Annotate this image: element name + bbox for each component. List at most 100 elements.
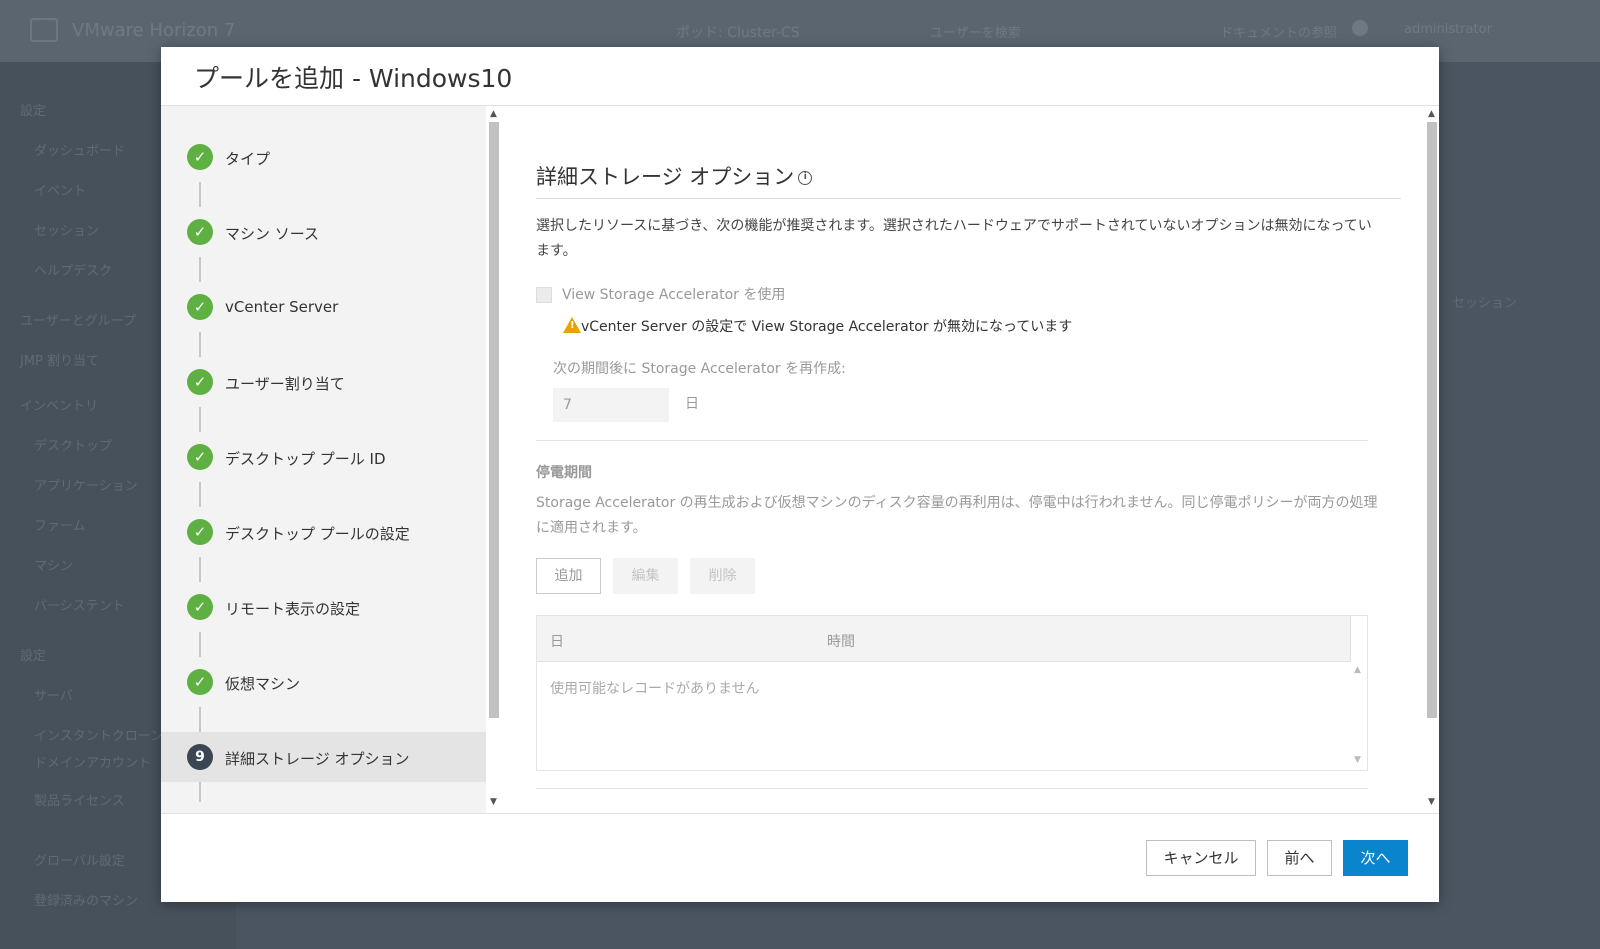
- wizard-step-label: マシン ソース: [225, 225, 320, 243]
- blackout-title: 停電期間: [536, 465, 592, 481]
- grid-header: 日 時間: [537, 616, 1367, 662]
- bg-sidebar-item: パーシステント: [34, 599, 125, 614]
- add-button[interactable]: 追加: [536, 558, 601, 594]
- grid-scroll-up-icon[interactable]: ▲: [1354, 666, 1361, 675]
- warning-icon: !: [563, 317, 581, 333]
- wizard-step-label: デスクトップ プール ID: [225, 450, 386, 468]
- user-menu: administrator: [1404, 22, 1492, 37]
- add-pool-dialog: プールを追加 - Windows10 ✓ タイプ ✓ マシン ソース ✓ vCenter …: [161, 47, 1439, 902]
- content-scroll-down-icon[interactable]: ▼: [1428, 798, 1435, 807]
- wizard-step[interactable]: ✓ 仮想マシン: [161, 657, 486, 707]
- wizard-step-label: 詳細ストレージ オプション: [225, 750, 410, 768]
- bg-sidebar-item: ダッシュボード: [34, 144, 126, 159]
- edit-button[interactable]: 編集: [613, 558, 678, 594]
- check-icon: ✓: [187, 444, 213, 470]
- step-connector: [199, 332, 201, 357]
- step-connector: [199, 782, 201, 802]
- wizard-step[interactable]: ✓ タイプ: [161, 132, 486, 182]
- blackout-grid: 日 時間 使用可能なレコードがありません ▲ ▼: [536, 615, 1368, 771]
- column-header-day[interactable]: 日: [550, 631, 564, 651]
- step-connector: [199, 182, 201, 207]
- content-scroll-thumb[interactable]: [1427, 122, 1437, 718]
- step-connector: [199, 632, 201, 657]
- storage-accelerator-label: View Storage Accelerator を使用: [562, 287, 786, 303]
- info-icon[interactable]: i: [798, 171, 813, 185]
- header-help-icon: [1352, 20, 1368, 36]
- bg-sidebar-item: イベント: [34, 184, 87, 199]
- grid-scrollbar[interactable]: ▲ ▼: [1350, 662, 1367, 770]
- bg-sidebar-item: インスタントクローン: [34, 729, 164, 744]
- bg-sidebar-item: 登録済みのマシン: [34, 894, 139, 909]
- steps-scroll-thumb[interactable]: [489, 122, 499, 718]
- bg-session-label: セッション: [1452, 296, 1518, 311]
- bg-sidebar-item: 設定: [20, 104, 47, 119]
- check-icon: ✓: [187, 519, 213, 545]
- regen-days-unit: 日: [685, 396, 699, 412]
- grid-header-spacer: [1350, 616, 1367, 662]
- regen-days-input[interactable]: [553, 388, 669, 422]
- wizard-step-label: リモート表示の設定: [225, 600, 361, 618]
- column-header-time[interactable]: 時間: [827, 631, 855, 651]
- check-icon: ✓: [187, 669, 213, 695]
- dialog-title: プールを追加 - Windows10: [194, 64, 513, 93]
- wizard-step-label: 仮想マシン: [225, 675, 301, 693]
- step-connector: [199, 407, 201, 432]
- wizard-step[interactable]: ✓ マシン ソース: [161, 207, 486, 257]
- step-connector: [199, 482, 201, 507]
- wizard-step[interactable]: 9 詳細ストレージ オプション: [161, 732, 486, 782]
- step-connector: [199, 707, 201, 732]
- wizard-steps: ✓ タイプ ✓ マシン ソース ✓ vCenter Server ✓ ユーザー割り当て ✓ デスク…: [161, 106, 486, 813]
- section-description: 選択したリソースに基づき、次の機能が推奨されます。選択されたハードウェアでサポー…: [536, 218, 1372, 259]
- regen-label: 次の期間後に Storage Accelerator を再作成:: [553, 361, 846, 377]
- content-scrollbar[interactable]: ▲ ▼: [1424, 106, 1439, 813]
- bg-sidebar-item: JMP 割り当て: [20, 354, 100, 369]
- cancel-button[interactable]: キャンセル: [1146, 840, 1256, 876]
- wizard-step[interactable]: ✓ ユーザー割り当て: [161, 357, 486, 407]
- next-button[interactable]: 次へ: [1343, 840, 1408, 876]
- divider: [536, 440, 1368, 441]
- bg-sidebar-item: セッション: [34, 224, 100, 239]
- app-brand: VMware Horizon 7: [72, 20, 236, 41]
- check-icon: ✓: [187, 369, 213, 395]
- check-icon: ✓: [187, 294, 213, 320]
- content-scroll-up-icon[interactable]: ▲: [1428, 110, 1435, 119]
- step-connector: [199, 557, 201, 582]
- divider: [536, 788, 1368, 789]
- horizon-logo-icon: [30, 18, 58, 42]
- bg-sidebar-item: アプリケーション: [34, 479, 138, 494]
- step-number: 9: [187, 744, 213, 770]
- bg-sidebar-item: インベントリ: [20, 399, 99, 414]
- bg-sidebar-item: デスクトップ: [34, 439, 113, 454]
- bg-sidebar-item: 製品ライセンス: [34, 794, 125, 809]
- storage-accelerator-checkbox[interactable]: [536, 287, 552, 303]
- wizard-step[interactable]: ✓ デスクトップ プールの設定: [161, 507, 486, 557]
- steps-scrollbar[interactable]: ▲ ▼: [486, 106, 501, 813]
- blackout-description: Storage Accelerator の再生成および仮想マシンのディスク容量の…: [536, 495, 1378, 536]
- wizard-step[interactable]: ✓ デスクトップ プール ID: [161, 432, 486, 482]
- pod-name: ポッド: Cluster-CS: [676, 25, 800, 41]
- scroll-down-icon[interactable]: ▼: [490, 798, 497, 807]
- section-title: 詳細ストレージ オプション i: [536, 161, 813, 191]
- warning-text: vCenter Server の設定で View Storage Acceler…: [581, 319, 1073, 335]
- check-icon: ✓: [187, 144, 213, 170]
- bg-sidebar-item: ユーザーとグループ: [20, 314, 136, 329]
- wizard-step[interactable]: ✓ vCenter Server: [161, 282, 486, 332]
- bg-sidebar-item: 設定: [20, 649, 47, 664]
- check-icon: ✓: [187, 594, 213, 620]
- bg-sidebar-item: ヘルプデスク: [34, 264, 113, 279]
- warning-message: ! vCenter Server の設定で View Storage Accele…: [563, 316, 1072, 336]
- storage-accelerator-option: View Storage Accelerator を使用: [536, 284, 785, 304]
- wizard-step-label: ユーザー割り当て: [225, 375, 345, 393]
- check-icon: ✓: [187, 219, 213, 245]
- grid-scroll-down-icon[interactable]: ▼: [1354, 756, 1361, 765]
- wizard-step-label: vCenter Server: [225, 298, 339, 316]
- scroll-up-icon[interactable]: ▲: [490, 110, 497, 119]
- bg-sidebar-item: グローバル設定: [34, 854, 125, 869]
- prev-button[interactable]: 前へ: [1267, 840, 1332, 876]
- user-search: ユーザーを検索: [930, 26, 1021, 41]
- bg-sidebar-item: ドメインアカウント: [34, 756, 152, 771]
- wizard-step-label: タイプ: [225, 150, 271, 168]
- delete-button[interactable]: 削除: [690, 558, 755, 594]
- grid-empty-message: 使用可能なレコードがありません: [550, 681, 760, 697]
- wizard-step[interactable]: ✓ リモート表示の設定: [161, 582, 486, 632]
